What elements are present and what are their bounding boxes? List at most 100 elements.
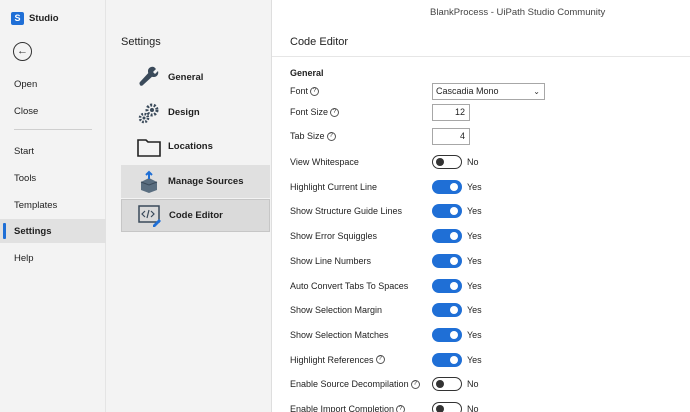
toggle-state-label: Yes — [467, 206, 482, 217]
toggle-knob — [450, 355, 458, 364]
toggle-switch[interactable] — [432, 303, 462, 318]
setting-toggle-row: Enable Source Decompilation? No — [290, 375, 680, 393]
category-locations[interactable]: Locations — [121, 130, 270, 163]
help-icon[interactable]: ? — [375, 355, 385, 365]
setting-toggle-row: Show Selection Matches Yes — [290, 326, 680, 344]
setting-toggle-row: Show Structure Guide Lines Yes — [290, 202, 680, 220]
toggle-switch[interactable] — [432, 327, 462, 342]
font-select-value: Cascadia Mono — [436, 86, 499, 96]
rail-item-start[interactable]: Start — [0, 139, 106, 163]
category-label: Design — [168, 107, 200, 118]
back-arrow-icon[interactable]: ← — [13, 42, 32, 61]
toggle-knob — [450, 182, 458, 191]
setting-label: Show Selection Matches — [290, 329, 389, 340]
toggle-knob — [450, 330, 458, 339]
setting-label: Show Structure Guide Lines — [290, 206, 403, 217]
toggle-knob — [436, 157, 444, 166]
toggle-switch[interactable] — [432, 377, 462, 392]
chevron-down-icon: ⌄ — [533, 86, 540, 96]
gears-icon — [136, 101, 162, 125]
rail-item-open[interactable]: Open — [0, 72, 106, 96]
setting-label: Enable Source Decompilation — [290, 379, 409, 390]
toggle-knob — [450, 256, 458, 265]
setting-font-size: Font Size? 12 — [290, 103, 680, 121]
setting-label: Show Error Squiggles — [290, 231, 378, 242]
setting-label: Show Selection Margin — [290, 305, 383, 316]
toggle-knob — [450, 281, 458, 290]
section-title: General — [290, 68, 324, 78]
toggle-switch[interactable] — [432, 229, 462, 244]
tab-size-label: Tab Size — [290, 131, 325, 141]
category-manage-sources[interactable]: Manage Sources — [121, 165, 270, 198]
setting-toggle-row: Enable Import Completion? No — [290, 400, 680, 412]
toggle-state-label: No — [467, 379, 479, 390]
toggle-knob — [450, 232, 458, 241]
toggle-switch[interactable] — [432, 204, 462, 219]
font-size-input[interactable]: 12 — [432, 103, 470, 121]
help-icon[interactable]: ? — [310, 86, 320, 96]
setting-tab-size: Tab Size? 4 — [290, 127, 680, 145]
rail-item-help[interactable]: Help — [0, 246, 106, 270]
font-select[interactable]: Cascadia Mono ⌄ — [432, 82, 545, 100]
setting-label: Highlight References — [290, 354, 374, 365]
rail-item-settings[interactable]: Settings — [0, 219, 106, 243]
rail-item-tools[interactable]: Tools — [0, 166, 106, 190]
tab-size-input[interactable]: 4 — [432, 127, 470, 145]
rail-item-close[interactable]: Close — [0, 99, 106, 123]
toggle-switch[interactable] — [432, 352, 462, 367]
toggle-state-label: Yes — [467, 181, 482, 192]
toggle-state-label: Yes — [467, 231, 482, 242]
help-icon[interactable]: ? — [326, 131, 336, 141]
setting-label: Auto Convert Tabs To Spaces — [290, 280, 409, 291]
setting-toggle-row: Auto Convert Tabs To Spaces Yes — [290, 277, 680, 295]
brand: S Studio — [11, 10, 59, 26]
rail-item-templates[interactable]: Templates — [0, 193, 106, 217]
code-editor-panel: Code Editor General Font? Cascadia Mono … — [272, 0, 690, 412]
setting-toggle-row: View Whitespace No — [290, 153, 680, 171]
panel-title: Code Editor — [290, 36, 349, 48]
rail-divider — [14, 129, 92, 130]
category-general[interactable]: General — [121, 61, 270, 94]
settings-title: Settings — [121, 36, 161, 48]
settings-categories: Settings General Design Locations Manage… — [106, 0, 272, 412]
box-upload-icon — [136, 170, 162, 194]
toggle-switch[interactable] — [432, 253, 462, 268]
toggle-state-label: Yes — [467, 329, 482, 340]
setting-toggle-row: Show Line Numbers Yes — [290, 252, 680, 270]
folder-icon — [136, 135, 162, 159]
setting-toggle-row: Show Error Squiggles Yes — [290, 227, 680, 245]
toggle-switch[interactable] — [432, 278, 462, 293]
setting-label: Enable Import Completion — [290, 404, 395, 412]
help-icon[interactable]: ? — [396, 404, 406, 412]
toggle-switch[interactable] — [432, 402, 462, 412]
panel-divider — [272, 56, 690, 57]
setting-label: Show Line Numbers — [290, 255, 372, 266]
toggle-state-label: No — [467, 157, 479, 167]
category-label: General — [168, 72, 204, 83]
category-label: Manage Sources — [168, 176, 244, 187]
toggle-knob — [450, 207, 458, 216]
toggle-switch[interactable] — [432, 155, 462, 169]
studio-logo-icon: S — [11, 11, 24, 25]
setting-toggle-row: Highlight Current Line Yes — [290, 178, 680, 196]
toggle-knob — [436, 404, 444, 412]
help-icon[interactable]: ? — [330, 107, 340, 117]
category-label: Code Editor — [169, 210, 223, 221]
toggle-state-label: Yes — [467, 280, 482, 291]
toggle-state-label: Yes — [467, 354, 482, 365]
font-size-label: Font Size — [290, 107, 329, 117]
toggle-knob — [450, 306, 458, 315]
setting-toggle-row: Highlight References? Yes — [290, 351, 680, 369]
toggle-state-label: Yes — [467, 255, 482, 266]
code-editor-icon — [137, 204, 163, 228]
category-code-editor[interactable]: Code Editor — [121, 199, 270, 232]
setting-font: Font? Cascadia Mono ⌄ — [290, 82, 680, 100]
setting-label: View Whitespace — [290, 157, 359, 167]
category-design[interactable]: Design — [121, 96, 270, 129]
toggle-switch[interactable] — [432, 179, 462, 194]
backstage-rail: S Studio ← Open Close Start Tools Templa… — [0, 0, 106, 412]
setting-label: Highlight Current Line — [290, 181, 378, 192]
toggle-state-label: Yes — [467, 305, 482, 316]
help-icon[interactable]: ? — [410, 379, 420, 389]
font-label: Font — [290, 86, 309, 96]
